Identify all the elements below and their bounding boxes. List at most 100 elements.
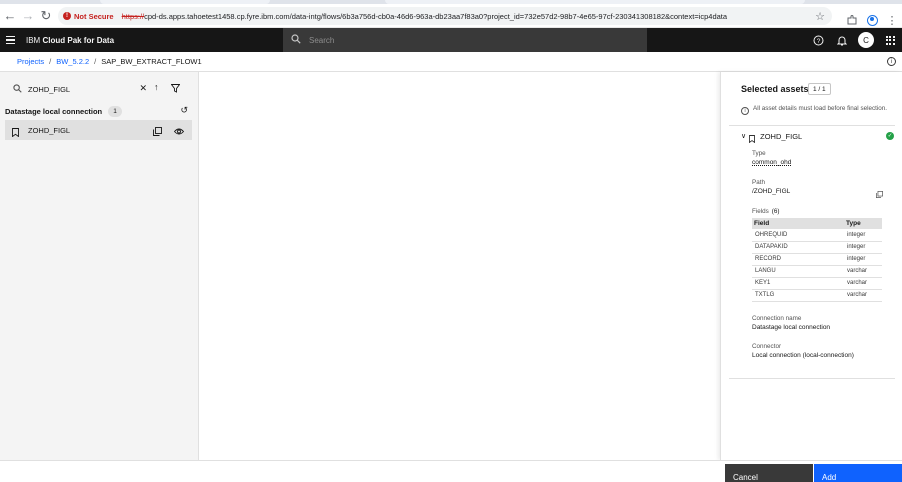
copy-icon[interactable] xyxy=(153,125,162,136)
table-header-row: Field Type xyxy=(752,218,882,229)
field-name: TXTLG xyxy=(752,289,844,302)
sort-arrow-icon[interactable]: ↑ xyxy=(154,82,159,92)
divider xyxy=(729,125,895,126)
breadcrumb-separator: / xyxy=(94,57,97,66)
field-name: LANGU xyxy=(752,265,844,278)
table-row: LANGU varchar xyxy=(752,265,882,278)
connection-group-count: 1 xyxy=(108,105,123,117)
brand-prefix: IBM xyxy=(26,35,41,45)
selected-assets-count: 1 / 1 xyxy=(808,83,831,95)
type-label: Type xyxy=(752,150,766,157)
url-scheme: https:// xyxy=(121,11,145,21)
field-type: varchar xyxy=(844,277,882,290)
table-row: KEY1 varchar xyxy=(752,277,882,290)
url-text: https://cpd-ds.apps.tahoetest1458.cp.fyr… xyxy=(122,12,727,21)
breadcrumb-projects[interactable]: Projects xyxy=(17,57,44,66)
asset-preview-area xyxy=(199,72,720,460)
chevron-down-icon[interactable]: ∨ xyxy=(741,132,746,140)
connection-group-title: Datastage local connection xyxy=(5,106,103,116)
asset-browser-panel: ZOHD_FIGL ✕ ↑ Datastage local connection… xyxy=(0,72,199,460)
fields-label: Fields (6) xyxy=(752,208,780,215)
user-avatar[interactable]: C xyxy=(854,28,878,52)
table-row: OHREQUID integer xyxy=(752,229,882,242)
selected-asset-name: ZOHD_FIGL xyxy=(760,131,803,141)
breadcrumb-bar: Projects / BW_5.2.2 / SAP_BW_EXTRACT_FLO… xyxy=(0,52,902,72)
load-notice-text: All asset details must load before final… xyxy=(753,105,888,112)
product-name[interactable]: IBM Cloud Pak for Data xyxy=(26,36,114,45)
help-icon[interactable]: ? xyxy=(806,28,830,52)
refresh-icon[interactable]: ↺ xyxy=(180,105,188,116)
asset-list-item[interactable]: ZOHD_FIGL xyxy=(5,120,192,140)
column-header-field: Field xyxy=(752,218,844,229)
connection-name-label: Connection name xyxy=(752,315,802,322)
checkmark-success-icon: ✓ xyxy=(886,132,894,140)
cancel-button[interactable]: Cancel xyxy=(725,464,813,482)
path-label: Path xyxy=(752,179,765,186)
browser-toolbar: ← → ↻ ! Not Secure https://cpd-ds.apps.t… xyxy=(0,4,902,28)
app-switcher-icon[interactable] xyxy=(878,28,902,52)
asset-search-value: ZOHD_FIGL xyxy=(28,84,71,94)
breadcrumb: Projects / BW_5.2.2 / SAP_BW_EXTRACT_FLO… xyxy=(17,57,202,66)
search-icon xyxy=(13,83,22,95)
add-button[interactable]: Add xyxy=(814,464,902,482)
back-arrow-icon[interactable]: ← xyxy=(1,7,19,25)
url-path: cpd-ds.apps.tahoetest1458.cp.fyre.ibm.co… xyxy=(144,11,728,21)
browser-menu-icon[interactable]: ⋮ xyxy=(882,10,902,30)
selected-assets-title: Selected assets xyxy=(741,84,809,94)
field-type: varchar xyxy=(844,265,882,278)
asset-search-input[interactable]: ZOHD_FIGL ✕ xyxy=(5,80,149,98)
bookmark-icon xyxy=(12,126,19,137)
modal-footer: Cancel Add xyxy=(0,460,902,482)
breadcrumb-separator: / xyxy=(49,57,52,66)
address-bar[interactable]: ! Not Secure https://cpd-ds.apps.tahoete… xyxy=(58,7,832,25)
clear-search-icon[interactable]: ✕ xyxy=(139,83,147,94)
security-label: Not Secure xyxy=(74,11,114,21)
selected-asset-header[interactable]: ∨ ZOHD_FIGL ✓ xyxy=(741,129,897,144)
fields-table: Field Type OHREQUID integer DATAPAKID inte… xyxy=(752,218,882,302)
field-name: RECORD xyxy=(752,253,844,266)
selected-assets-panel: Selected assets 1 / 1 i All asset detail… xyxy=(720,72,902,460)
app-header: IBM Cloud Pak for Data Search ? C xyxy=(0,28,902,52)
field-type: integer xyxy=(844,241,882,254)
path-value: /ZOHD_FIGL xyxy=(752,188,791,195)
warning-icon: ! xyxy=(63,12,71,20)
global-search[interactable]: Search xyxy=(283,28,647,52)
connector-label: Connector xyxy=(752,343,782,350)
info-icon: i xyxy=(741,107,749,115)
header-actions: ? C xyxy=(806,28,902,52)
fields-label-text: Fields xyxy=(752,208,769,215)
reload-icon[interactable]: ↻ xyxy=(37,7,55,25)
brand-name: Cloud Pak for Data xyxy=(42,35,115,45)
svg-text:?: ? xyxy=(816,38,820,45)
field-name: KEY1 xyxy=(752,277,844,290)
forward-arrow-icon[interactable]: → xyxy=(19,7,37,25)
table-row: TXTLG varchar xyxy=(752,289,882,302)
table-row: RECORD integer xyxy=(752,253,882,266)
bookmark-icon xyxy=(749,132,756,144)
fields-count: (6) xyxy=(771,208,780,215)
asset-item-name: ZOHD_FIGL xyxy=(28,125,71,135)
security-indicator[interactable]: ! Not Secure xyxy=(63,12,114,21)
breadcrumb-project[interactable]: BW_5.2.2 xyxy=(56,57,89,66)
field-type: integer xyxy=(844,253,882,266)
filter-icon[interactable] xyxy=(170,82,181,93)
extensions-icon[interactable] xyxy=(842,10,862,30)
field-name: OHREQUID xyxy=(752,229,844,242)
search-placeholder: Search xyxy=(309,35,335,45)
type-value: common_ohd xyxy=(752,159,792,166)
hamburger-menu-icon[interactable] xyxy=(1,28,19,52)
notifications-bell-icon[interactable] xyxy=(830,28,854,52)
bookmark-star-icon[interactable]: ☆ xyxy=(815,10,825,23)
info-icon[interactable]: i xyxy=(887,57,896,66)
profile-icon[interactable] xyxy=(862,10,882,30)
connection-name-value: Datastage local connection xyxy=(752,324,831,331)
connector-value: Local connection (local-connection) xyxy=(752,352,854,359)
preview-eye-icon[interactable] xyxy=(173,125,185,135)
column-header-type: Type xyxy=(844,218,882,229)
copy-icon[interactable] xyxy=(876,187,883,198)
field-type: varchar xyxy=(844,289,882,302)
field-name: DATAPAKID xyxy=(752,241,844,254)
search-icon xyxy=(291,33,301,47)
connection-group-header: Datastage local connection 1 ↺ xyxy=(5,104,192,118)
load-notice: i All asset details must load before fin… xyxy=(741,105,896,115)
